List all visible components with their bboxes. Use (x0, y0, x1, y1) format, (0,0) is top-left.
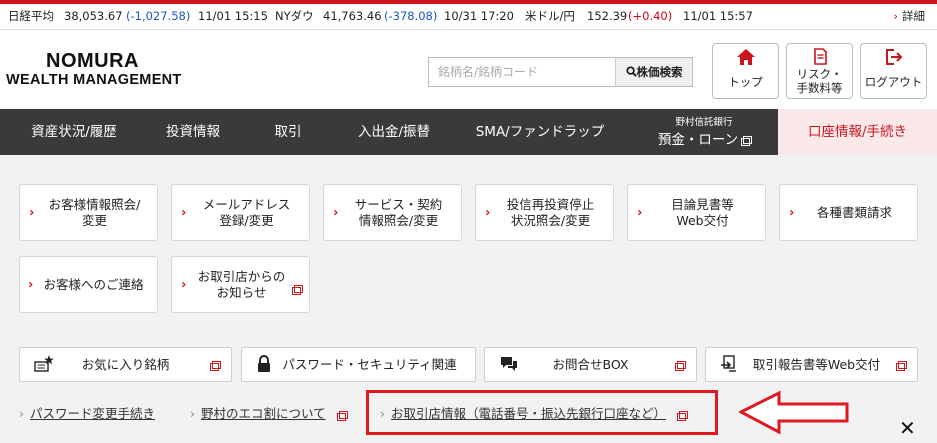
chevron-right-icon: › (181, 277, 187, 292)
chevron-right-icon: › (789, 205, 795, 220)
dow-time: 10/31 17:20 (444, 9, 514, 23)
usdjpy-value: 152.39 (587, 9, 628, 23)
nav-item-assets[interactable]: 資産状況/履歴 (0, 109, 148, 155)
chevron-right-icon: › (190, 406, 195, 421)
inquiry-box-button[interactable]: お問合せBOX (484, 347, 697, 382)
chevron-right-icon: › (485, 205, 491, 220)
nikkei-time: 11/01 15:15 (198, 9, 268, 23)
home-icon (713, 48, 778, 70)
market-ticker: 日経平均 38,053.67 (-1,027.58) 11/01 15:15 N… (0, 4, 937, 30)
new-window-icon (210, 361, 221, 371)
chevron-right-icon: › (893, 9, 898, 23)
chevron-right-icon: › (29, 205, 35, 220)
close-icon[interactable]: ✕ (899, 418, 916, 438)
logout-icon (861, 48, 926, 70)
new-window-icon (675, 361, 686, 371)
new-window-icon (741, 136, 753, 146)
card-document-request[interactable]: › 各種書類請求 (779, 184, 918, 241)
usdjpy-label: 米ドル/円 (525, 9, 575, 23)
link-password-change[interactable]: › パスワード変更手続き (19, 405, 155, 423)
card-fund-reinvestment[interactable]: › 投信再投資停止 状況照会/変更 (475, 184, 614, 241)
nikkei-label: 日経平均 (8, 9, 54, 23)
trade-report-web-button[interactable]: 取引報告書等Web交付 (705, 347, 918, 382)
chevron-right-icon: › (19, 406, 24, 421)
new-window-icon (336, 410, 348, 421)
chevron-right-icon: › (637, 205, 643, 220)
logo-nomura[interactable]: NOMURA (46, 50, 139, 73)
top-button[interactable]: トップ (712, 43, 779, 99)
nav-item-sma[interactable]: SMA/ファンドラップ (450, 109, 630, 155)
usdjpy-change: (+0.40) (628, 9, 673, 23)
nav-item-investment-info[interactable]: 投資情報 (148, 109, 238, 155)
detail-link[interactable]: › 詳細 (893, 4, 925, 28)
chevron-right-icon: › (333, 205, 339, 220)
main-nav: 資産状況/履歴 投資情報 取引 入出金/振替 SMA/ファンドラップ 野村信託銀… (0, 109, 937, 155)
nikkei-change: (-1,027.58) (126, 9, 191, 23)
search-icon (625, 66, 637, 77)
risk-fees-button[interactable]: リスク・ 手数料等 (786, 43, 853, 99)
nav-item-deposit-transfer[interactable]: 入出金/振替 (338, 109, 450, 155)
chevron-right-icon: › (28, 277, 34, 292)
card-prospectus[interactable]: › 目論見書等 Web交付 (627, 184, 766, 241)
favorites-button[interactable]: お気に入り銘柄 (19, 347, 232, 382)
stock-search: 株価検索 (428, 57, 693, 87)
document-icon (787, 48, 852, 67)
password-security-button[interactable]: パスワード・セキュリティ関連 (241, 347, 476, 382)
card-branch-notice[interactable]: › お取引店からの お知らせ (171, 256, 310, 313)
nav-item-account-info[interactable]: 口座情報/手続き (778, 109, 937, 155)
card-service-contract[interactable]: › サービス・契約 情報照会/変更 (323, 184, 462, 241)
nikkei-value: 38,053.67 (64, 9, 123, 23)
new-window-icon (292, 285, 303, 295)
usdjpy-time: 11/01 15:57 (683, 9, 753, 23)
link-eco-discount[interactable]: › 野村のエコ割について (190, 405, 348, 423)
stock-search-button[interactable]: 株価検索 (615, 58, 692, 86)
nav-item-deposit-loan[interactable]: 野村信託銀行 預金・ローン (630, 109, 778, 155)
card-customer-info[interactable]: › お客様情報照会/変更 (19, 184, 158, 241)
dow-label: NYダウ (275, 9, 314, 23)
card-customer-notice[interactable]: › お客様へのご連絡 (19, 256, 158, 313)
card-email[interactable]: › メールアドレス 登録/変更 (171, 184, 310, 241)
dow-value: 41,763.46 (323, 9, 382, 23)
search-input[interactable] (429, 58, 615, 86)
nav-item-trade[interactable]: 取引 (238, 109, 338, 155)
pointer-arrow-icon (739, 390, 849, 435)
dow-change: (-378.08) (384, 9, 438, 23)
logo-wealth-management[interactable]: WEALTH MANAGEMENT (6, 72, 182, 88)
highlight-box (366, 390, 718, 435)
new-window-icon (896, 361, 907, 371)
logout-button[interactable]: ログアウト (860, 43, 927, 99)
chevron-right-icon: › (181, 205, 187, 220)
